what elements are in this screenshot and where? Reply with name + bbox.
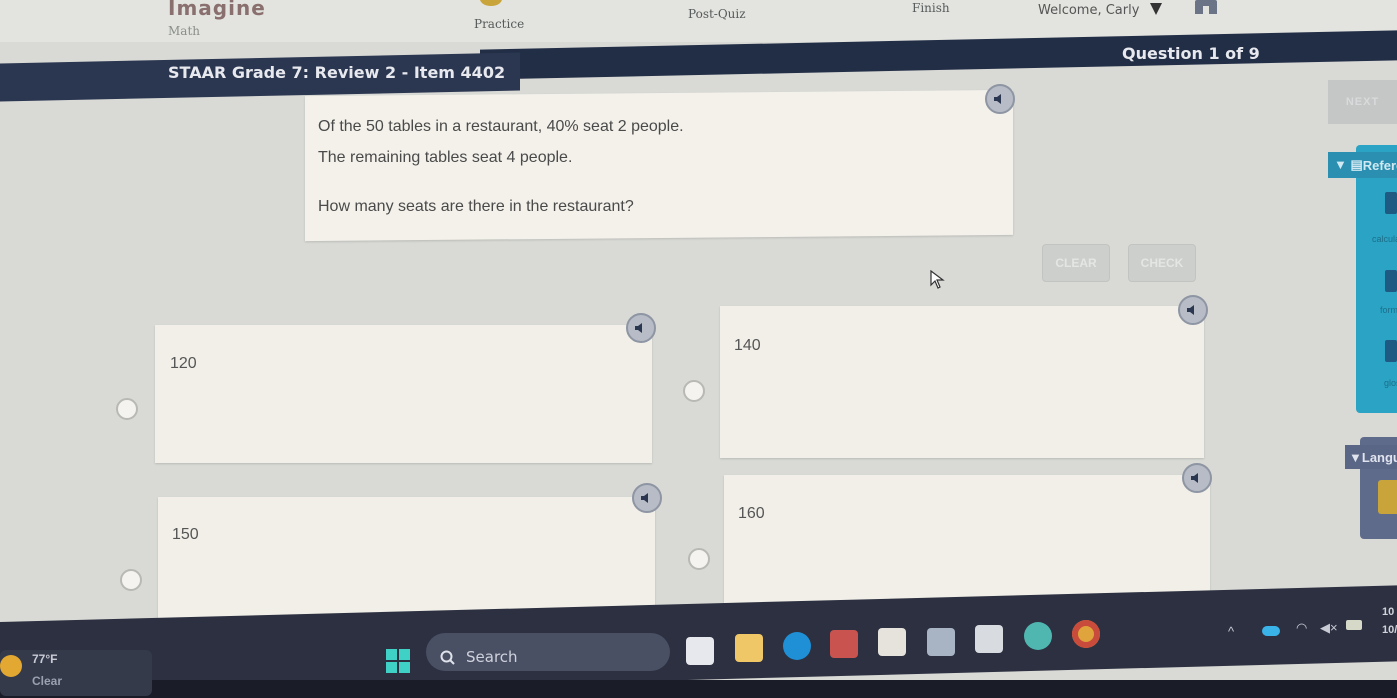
language-tab[interactable]: ▼ Language bbox=[1345, 445, 1397, 469]
answer-c-radio[interactable] bbox=[120, 569, 142, 591]
speaker-icon bbox=[635, 323, 642, 333]
clear-button[interactable]: CLEAR bbox=[1042, 244, 1110, 282]
glossary-icon[interactable] bbox=[1385, 340, 1397, 362]
clock-time[interactable]: 10 bbox=[1382, 606, 1394, 618]
question-line-3: How many seats are there in the restaura… bbox=[318, 198, 634, 215]
chrome-icon[interactable] bbox=[1072, 620, 1100, 648]
question-line-1: Of the 50 tables in a restaurant, 40% se… bbox=[318, 118, 684, 135]
subject-label: Math bbox=[168, 24, 200, 38]
volume-muted-icon[interactable]: ◀× bbox=[1320, 620, 1338, 636]
calculator-icon[interactable] bbox=[1385, 192, 1397, 214]
file-explorer-icon[interactable] bbox=[735, 634, 763, 662]
snipping-tool-icon[interactable] bbox=[878, 628, 906, 656]
answer-d-radio[interactable] bbox=[688, 548, 710, 570]
brand-logo: Imagine bbox=[168, 0, 266, 20]
answer-b-label: 140 bbox=[734, 337, 761, 354]
reference-item-formulas[interactable]: formulas bbox=[1380, 305, 1397, 315]
step-finish[interactable]: Finish bbox=[912, 1, 950, 15]
next-button[interactable]: NEXT bbox=[1328, 80, 1397, 124]
check-button[interactable]: CHECK bbox=[1128, 244, 1196, 282]
question-counter: Question 1 of 9 bbox=[1122, 44, 1260, 63]
taskbar-bottom-edge bbox=[0, 680, 1397, 698]
user-menu-caret-icon[interactable] bbox=[1150, 3, 1162, 15]
search-icon bbox=[440, 650, 455, 665]
mouse-cursor-icon bbox=[930, 270, 945, 289]
formulas-icon[interactable] bbox=[1385, 270, 1397, 292]
app-red-icon[interactable] bbox=[830, 630, 858, 658]
answer-b-audio-button[interactable] bbox=[1178, 295, 1208, 325]
answer-c-label: 150 bbox=[172, 526, 199, 543]
weather-condition: Clear bbox=[32, 674, 63, 688]
taskbar-search-input[interactable] bbox=[426, 633, 670, 671]
answer-d-label: 160 bbox=[738, 505, 765, 522]
app-square-icon[interactable] bbox=[975, 625, 1003, 653]
user-avatar-icon[interactable] bbox=[1195, 0, 1217, 14]
question-audio-button[interactable] bbox=[985, 84, 1015, 114]
weather-widget[interactable] bbox=[0, 650, 152, 696]
onedrive-icon[interactable] bbox=[1262, 626, 1280, 636]
moon-icon bbox=[0, 655, 22, 677]
wifi-icon[interactable]: ◠ bbox=[1296, 620, 1307, 636]
windows-start-icon[interactable] bbox=[386, 649, 410, 673]
welcome-user[interactable]: Welcome, Carly bbox=[1038, 3, 1139, 18]
language-tab-label: Language bbox=[1361, 449, 1397, 465]
speaker-icon bbox=[994, 94, 1001, 104]
answer-b-radio[interactable] bbox=[683, 380, 705, 402]
speaker-icon bbox=[1191, 473, 1198, 483]
answer-a-radio[interactable] bbox=[116, 398, 138, 420]
speaker-icon bbox=[1187, 305, 1194, 315]
task-view-icon[interactable] bbox=[686, 637, 714, 665]
current-step-indicator bbox=[480, 0, 502, 6]
question-line-2: The remaining tables seat 4 people. bbox=[318, 149, 573, 166]
edge-icon[interactable] bbox=[783, 632, 811, 660]
clock-date[interactable]: 10/ bbox=[1382, 624, 1397, 636]
answer-a-label: 120 bbox=[170, 355, 197, 372]
reference-tab-label: Reference bbox=[1362, 157, 1397, 173]
speaker-icon bbox=[641, 493, 648, 503]
language-option-button[interactable] bbox=[1378, 480, 1397, 514]
item-title: STAAR Grade 7: Review 2 - Item 4402 bbox=[168, 63, 506, 82]
show-hidden-icons-chevron-icon[interactable]: ^ bbox=[1228, 624, 1234, 639]
reference-item-glossary[interactable]: glossary bbox=[1384, 378, 1397, 388]
answer-c-audio-button[interactable] bbox=[632, 483, 662, 513]
app-teal-icon[interactable] bbox=[1024, 622, 1052, 650]
step-practice[interactable]: Practice bbox=[474, 17, 524, 31]
answer-card-a[interactable] bbox=[155, 325, 652, 463]
reference-item-calculator[interactable]: calculator bbox=[1372, 234, 1397, 244]
camera-icon[interactable] bbox=[927, 628, 955, 656]
battery-icon[interactable] bbox=[1346, 620, 1362, 630]
answer-d-audio-button[interactable] bbox=[1182, 463, 1212, 493]
answer-card-b[interactable] bbox=[720, 306, 1204, 458]
step-post-quiz[interactable]: Post-Quiz bbox=[688, 7, 746, 21]
search-placeholder: Search bbox=[466, 648, 518, 666]
weather-temperature: 77°F bbox=[32, 652, 58, 666]
reference-tab[interactable]: ▼ ▤Reference bbox=[1328, 152, 1397, 178]
answer-a-audio-button[interactable] bbox=[626, 313, 656, 343]
